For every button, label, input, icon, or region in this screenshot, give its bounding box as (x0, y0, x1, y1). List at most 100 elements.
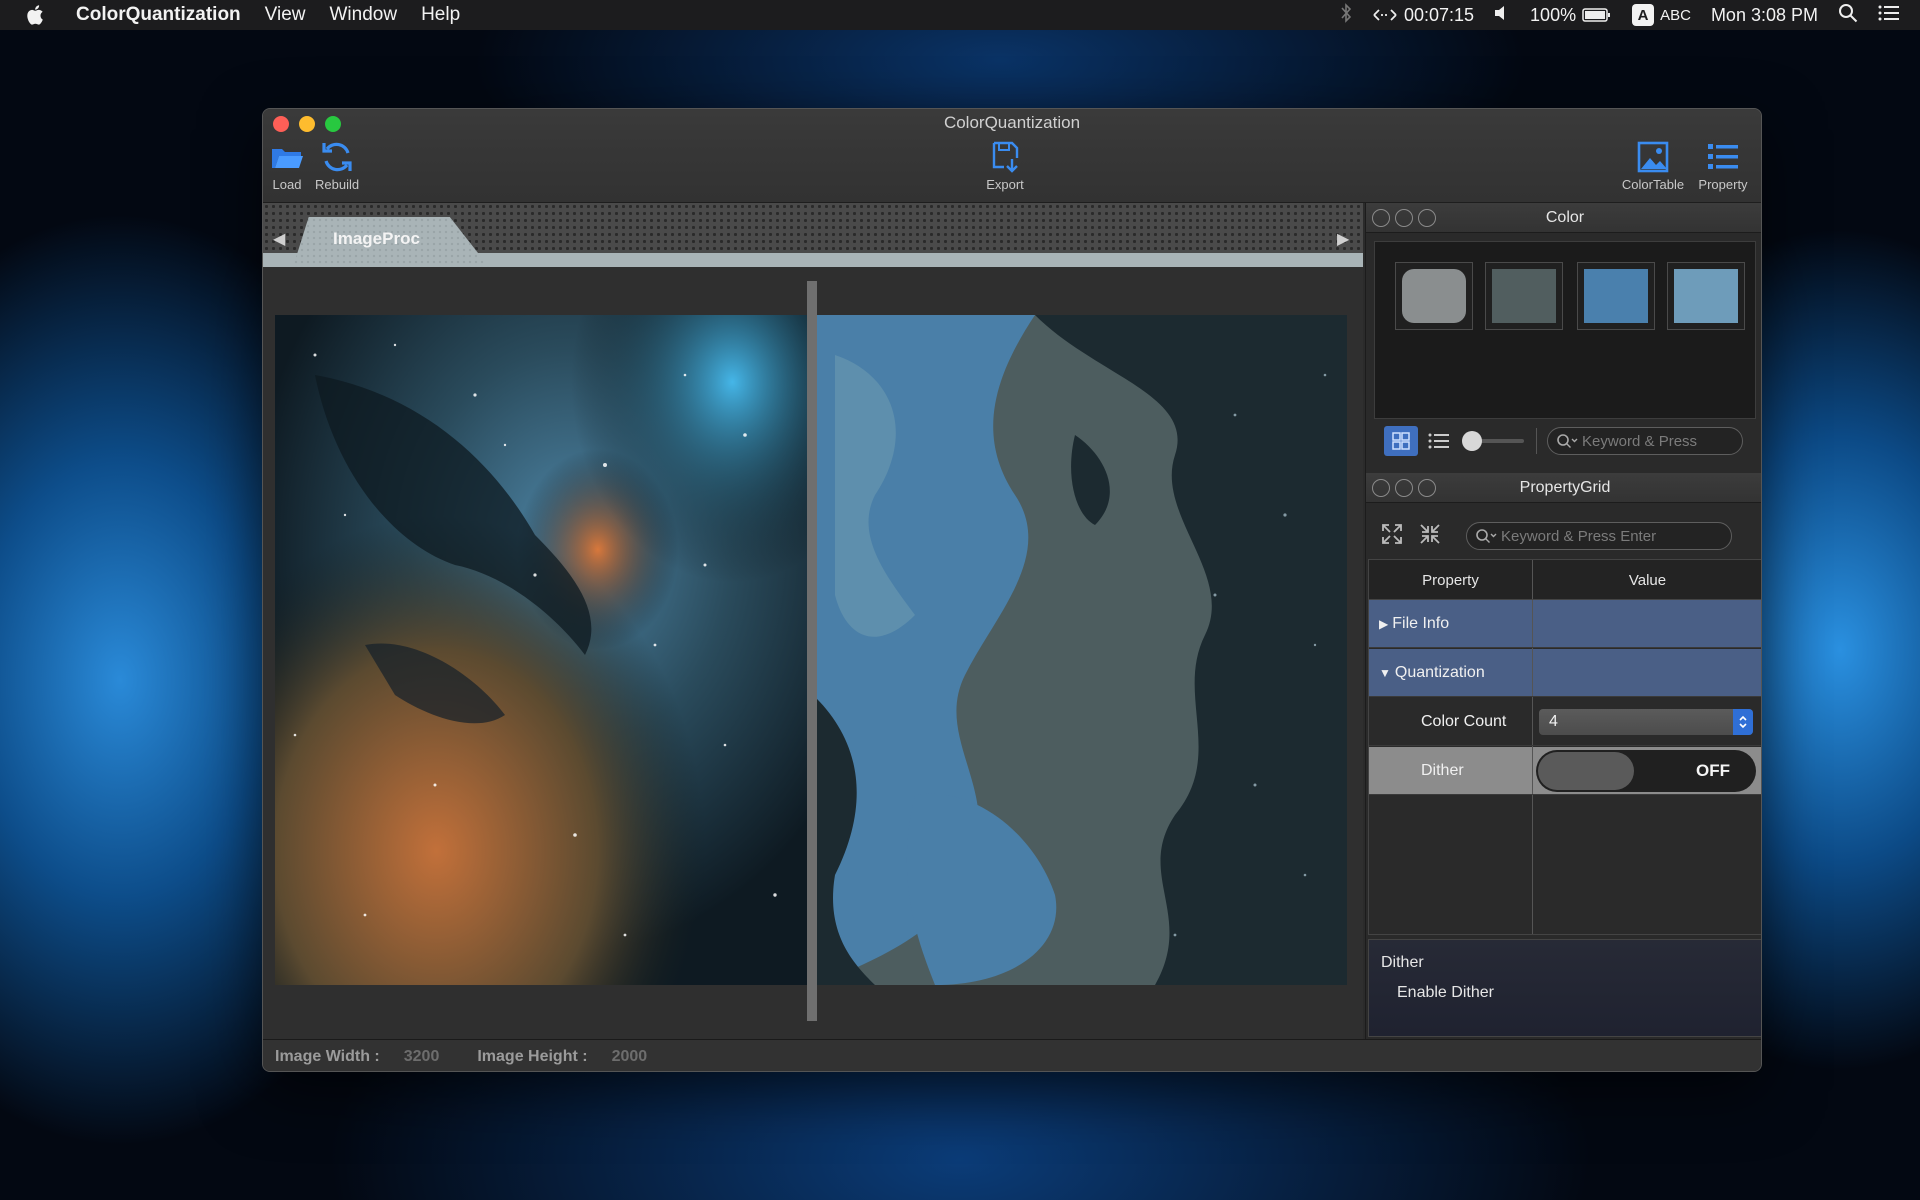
color-panel-zoom-button[interactable] (1418, 209, 1436, 227)
property-description-pane: Dither Enable Dither (1368, 939, 1761, 1037)
property-grid-title: PropertyGrid (1519, 478, 1611, 496)
color-search-input[interactable]: Keyword & Press (1547, 427, 1743, 455)
toggle-thumb (1538, 751, 1634, 790)
rebuild-label: Rebuild (315, 177, 360, 192)
input-source-label: ABC (1660, 6, 1691, 24)
swatch-fill (1584, 269, 1648, 323)
folder-icon (272, 149, 303, 168)
property-panel-minimize-button[interactable] (1395, 479, 1413, 497)
property-row-dither[interactable]: Dither OFF (1369, 747, 1761, 795)
tab-scroll-left-icon[interactable]: ◀ (273, 229, 285, 249)
arrows-icon (1373, 9, 1397, 21)
clock[interactable]: Mon 3:08 PM (1711, 5, 1818, 26)
color-search-placeholder: Keyword & Press (1582, 432, 1698, 450)
expand-all-icon[interactable] (1380, 522, 1404, 551)
color-count-stepper[interactable]: 4 (1539, 708, 1753, 735)
swatch-size-slider[interactable] (1462, 431, 1524, 451)
image-width-value: 3200 (403, 1047, 440, 1065)
image-height-label: Image Height : (477, 1047, 588, 1065)
image-width-label: Image Width : (275, 1047, 380, 1065)
spotlight-search-icon[interactable] (1838, 3, 1858, 28)
color-swatch[interactable] (1577, 262, 1655, 330)
load-button[interactable]: Load (269, 139, 305, 192)
row-divider (1532, 600, 1533, 647)
load-label: Load (272, 177, 302, 192)
toggle-state-text: OFF (1696, 760, 1730, 780)
color-table-button[interactable]: ColorTable (1615, 139, 1691, 192)
property-row-color-count[interactable]: Color Count 4 (1369, 698, 1761, 746)
column-header-property[interactable]: Property (1369, 572, 1532, 589)
tab-strip: ◀ ImageProc ▶ (263, 203, 1363, 267)
color-panel-header: Color (1366, 203, 1761, 233)
property-search-input[interactable]: Keyword & Press Enter (1466, 522, 1732, 550)
list-view-button[interactable] (1424, 426, 1454, 456)
battery-percent: 100% (1530, 4, 1577, 25)
grid-view-button[interactable] (1384, 426, 1418, 456)
color-panel-controls (1372, 209, 1436, 227)
category-row-quantization[interactable]: ▼ Quantization (1369, 649, 1761, 697)
export-label: Export (986, 177, 1024, 192)
collapse-triangle-icon[interactable]: ▼ (1379, 666, 1391, 680)
swatch-fill (1674, 269, 1738, 323)
menu-help[interactable]: Help (421, 4, 460, 26)
property-label: Color Count (1421, 712, 1507, 730)
image-canvas (263, 267, 1363, 1039)
menu-view[interactable]: View (265, 4, 306, 26)
notification-center-icon[interactable] (1878, 4, 1900, 27)
menu-window[interactable]: Window (330, 4, 398, 26)
menu-bar: ColorQuantization View Window Help 00:07… (0, 0, 1920, 30)
description-text: Enable Dither (1397, 984, 1494, 1001)
property-button[interactable]: Property (1691, 139, 1755, 192)
tab-scroll-right-icon[interactable]: ▶ (1337, 229, 1349, 249)
refresh-icon (322, 142, 352, 172)
color-swatch-grid (1374, 241, 1756, 419)
grid-icon (1392, 432, 1410, 450)
color-swatch[interactable] (1395, 262, 1473, 330)
row-value-cell: OFF (1533, 747, 1761, 794)
column-header-value[interactable]: Value (1533, 572, 1761, 589)
swatch-fill (1492, 269, 1556, 323)
tab-imageproc-label: ImageProc (333, 229, 420, 248)
menu-app-name[interactable]: ColorQuantization (76, 4, 241, 26)
image-height-value: 2000 (611, 1047, 648, 1065)
property-grid-header: PropertyGrid (1366, 473, 1761, 503)
row-label-cell: ▶ File Info (1369, 600, 1532, 647)
color-table-label: ColorTable (1621, 177, 1685, 192)
toolbar-separator (1536, 428, 1537, 454)
battery-status[interactable]: 100% (1530, 5, 1612, 26)
timer-text: 00:07:15 (1403, 4, 1475, 25)
list-icon (1708, 144, 1738, 169)
screen-sharing-status[interactable]: 00:07:15 (1372, 5, 1474, 26)
bluetooth-icon[interactable] (1340, 2, 1352, 28)
export-button[interactable]: Export (965, 139, 1045, 192)
color-swatch[interactable] (1667, 262, 1745, 330)
title-bar: ColorQuantization Load Rebuild Export Co… (263, 109, 1761, 203)
row-value-cell: 4 (1533, 698, 1761, 745)
expand-triangle-icon[interactable]: ▶ (1379, 617, 1388, 631)
property-label: Dither (1421, 761, 1464, 779)
compare-divider-handle[interactable] (807, 281, 817, 1021)
property-grid-toolbar: Keyword & Press Enter (1366, 517, 1761, 555)
dither-toggle[interactable]: OFF (1536, 749, 1756, 792)
slider-knob[interactable] (1462, 431, 1482, 451)
search-icon (1476, 529, 1497, 543)
volume-icon[interactable] (1494, 4, 1510, 27)
color-panel-minimize-button[interactable] (1395, 209, 1413, 227)
property-label: Property (1698, 177, 1748, 192)
color-swatch[interactable] (1485, 262, 1563, 330)
property-panel-close-button[interactable] (1372, 479, 1390, 497)
category-label: Quantization (1394, 663, 1485, 681)
apple-menu-icon[interactable] (26, 2, 52, 28)
stepper-arrows-icon[interactable] (1733, 708, 1753, 735)
input-source[interactable]: A ABC (1632, 4, 1691, 26)
collapse-all-icon[interactable] (1418, 522, 1442, 551)
color-panel-close-button[interactable] (1372, 209, 1390, 227)
window-title: ColorQuantization (943, 113, 1081, 132)
category-row-file-info[interactable]: ▶ File Info (1369, 600, 1761, 648)
rebuild-button[interactable]: Rebuild (315, 139, 359, 192)
status-bar: Image Width : 3200 Image Height : 2000 (263, 1039, 1761, 1071)
property-panel-zoom-button[interactable] (1418, 479, 1436, 497)
right-panel: Color Keyword & Press PropertyGrid Keywo… (1365, 203, 1761, 1039)
property-grid-table: Property Value ▶ File Info ▼ Quantizatio… (1368, 559, 1761, 935)
list-view-icon (1428, 433, 1449, 449)
